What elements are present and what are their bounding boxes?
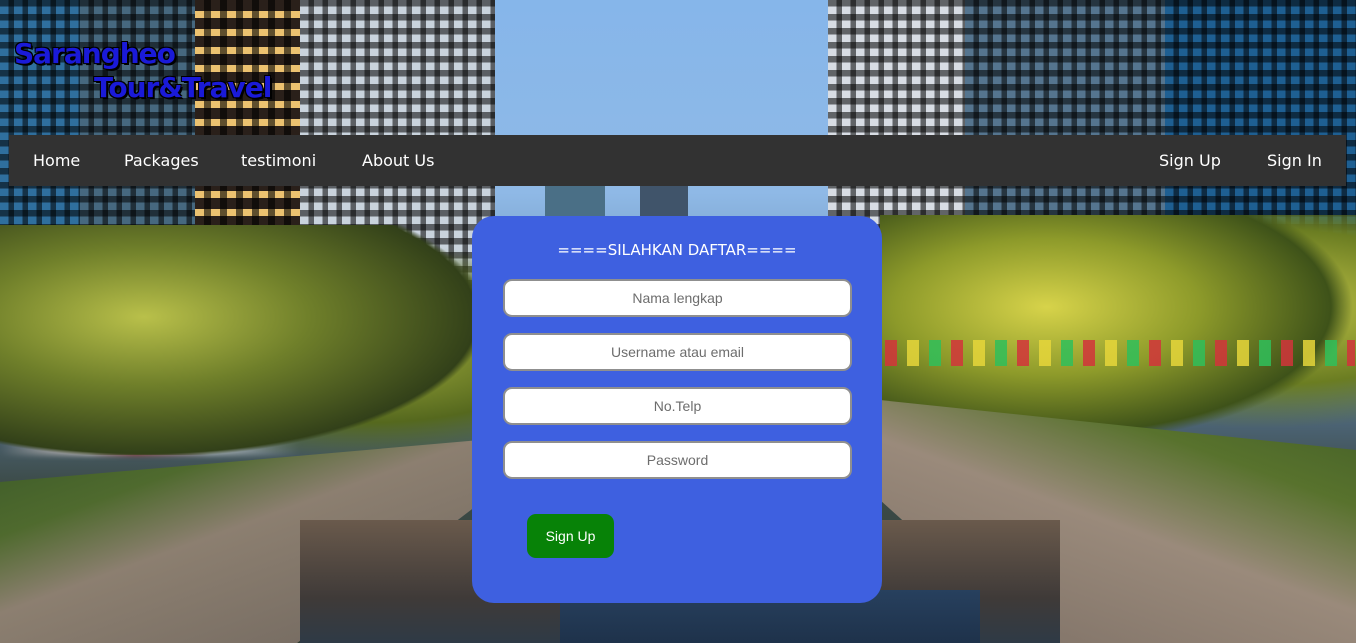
nav-about-us-link[interactable]: About Us [362, 135, 434, 186]
lanterns [885, 340, 1355, 366]
nav-packages-link[interactable]: Packages [124, 135, 199, 186]
password-field[interactable] [503, 441, 852, 479]
logo-line-2: Tour&Travel [94, 71, 272, 104]
username-email-field[interactable] [503, 333, 852, 371]
full-name-field[interactable] [503, 279, 852, 317]
sign-up-button[interactable]: Sign Up [527, 514, 614, 558]
signup-form-card: ====SILAHKAN DAFTAR==== Sign Up [472, 216, 882, 603]
phone-field[interactable] [503, 387, 852, 425]
trees-left [0, 225, 480, 455]
nav-sign-in-link[interactable]: Sign In [1267, 135, 1322, 186]
site-logo[interactable]: Sarangheo Tour&Travel [14, 34, 272, 108]
nav-sign-up-link[interactable]: Sign Up [1159, 135, 1221, 186]
top-navbar: Home Packages testimoni About Us Sign Up… [9, 135, 1346, 186]
form-title: ====SILAHKAN DAFTAR==== [557, 241, 797, 259]
nav-testimoni-link[interactable]: testimoni [241, 135, 316, 186]
nav-home-link[interactable]: Home [33, 135, 80, 186]
